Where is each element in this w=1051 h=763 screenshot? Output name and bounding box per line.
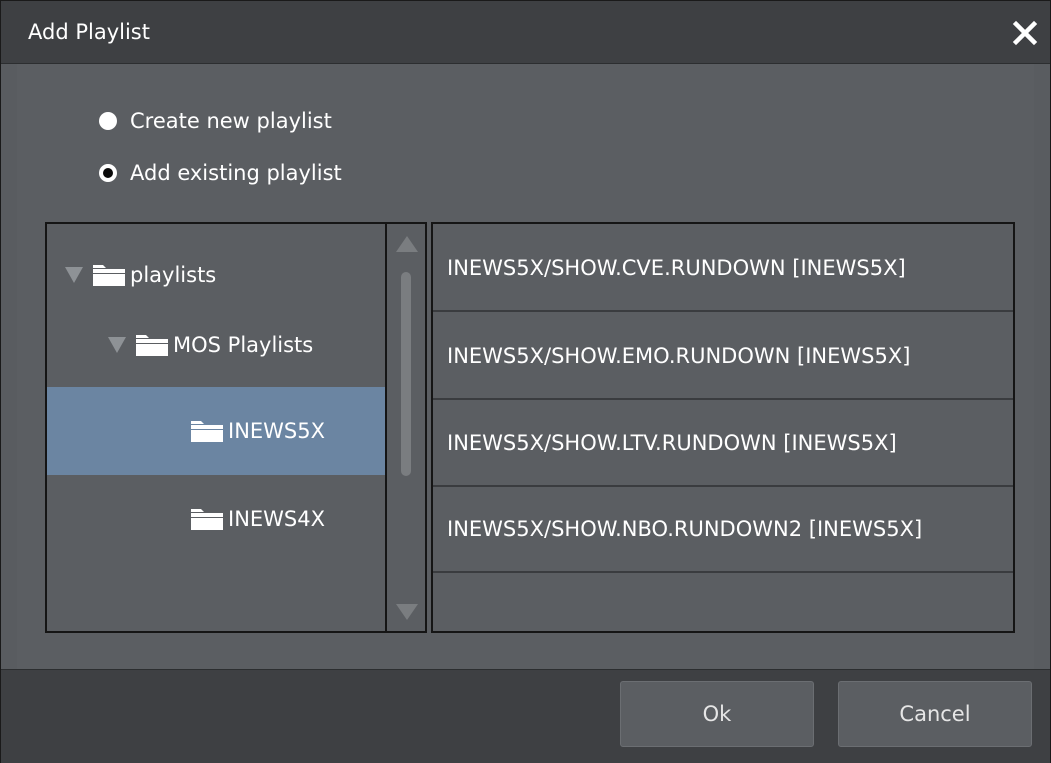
tree-item-label: INEWS4X [228,507,326,531]
folder-icon [92,264,126,286]
add-existing-playlist-radio[interactable]: Add existing playlist [99,158,342,188]
ok-button[interactable]: Ok [620,681,814,747]
scroll-up-arrow-icon[interactable] [396,236,418,252]
folder-icon [190,508,224,530]
add-playlist-dialog: Add Playlist Create new playlist Add exi… [0,0,1051,763]
radio-unselected-icon[interactable] [99,112,117,130]
folder-icon [135,334,169,356]
list-item[interactable]: INEWS5X/SHOW.CVE.RUNDOWN [INEWS5X] [433,226,1013,312]
dialog-footer: Ok Cancel [1,669,1050,763]
list-item[interactable]: INEWS5X/SHOW.LTV.RUNDOWN [INEWS5X] [433,401,1013,487]
playlist-list: INEWS5X/SHOW.CVE.RUNDOWN [INEWS5X] INEWS… [431,222,1015,633]
tree-item-inews5x[interactable]: INEWS5X [47,387,385,475]
tree-item-label: MOS Playlists [173,333,314,357]
tree-scrollbar[interactable] [385,222,427,633]
dialog-titlebar: Add Playlist [1,1,1050,64]
tree-item-label: INEWS5X [228,419,326,443]
scroll-down-arrow-icon[interactable] [396,604,418,620]
tree-item-inews4x[interactable]: INEWS4X [47,475,385,563]
scroll-thumb[interactable] [401,272,411,476]
radio-selected-icon[interactable] [99,164,117,182]
close-icon[interactable] [1010,18,1040,48]
cancel-button[interactable]: Cancel [838,681,1032,747]
dialog-title: Add Playlist [28,20,150,44]
expand-arrow-icon[interactable] [65,267,83,283]
list-item[interactable]: INEWS5X/SHOW.EMO.RUNDOWN [INEWS5X] [433,314,1013,400]
create-new-playlist-label: Create new playlist [130,109,332,133]
tree-item-label: playlists [130,263,217,287]
folder-icon [190,420,224,442]
folder-tree: playlists MOS Playlists INEWS5X INEWS4X [45,222,385,633]
add-existing-playlist-label: Add existing playlist [130,161,342,185]
create-new-playlist-radio[interactable]: Create new playlist [99,106,332,136]
tree-item-mos-playlists[interactable]: MOS Playlists [47,301,385,389]
expand-arrow-icon[interactable] [108,337,126,353]
list-item[interactable]: INEWS5X/SHOW.NBO.RUNDOWN2 [INEWS5X] [433,487,1013,573]
